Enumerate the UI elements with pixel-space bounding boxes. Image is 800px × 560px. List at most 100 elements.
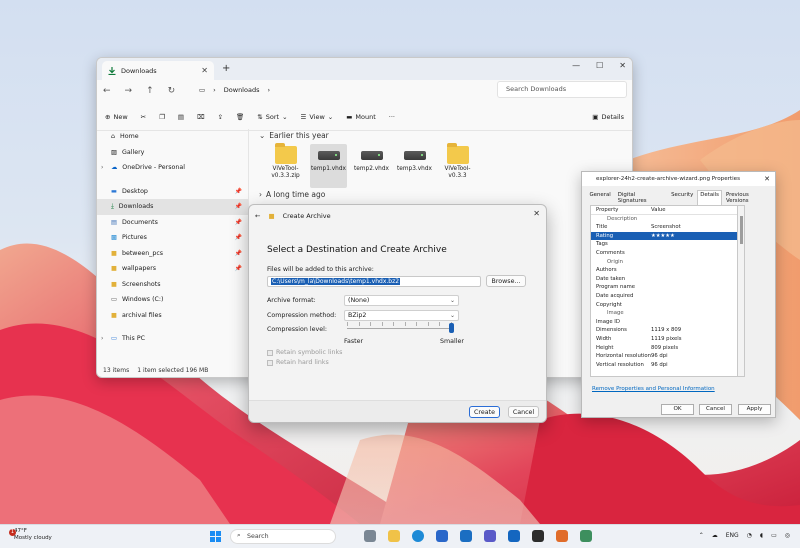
terminal-app-icon[interactable] xyxy=(532,530,544,542)
language-indicator[interactable]: ENG xyxy=(726,532,739,539)
breadcrumb-downloads[interactable]: Downloads xyxy=(224,86,260,94)
property-row[interactable]: Horizontal resolution 96 dpi xyxy=(591,352,744,361)
delete-button[interactable]: 🗑 xyxy=(236,113,244,121)
close-dialog-button[interactable]: ✕ xyxy=(533,209,540,218)
compression-level-thumb[interactable] xyxy=(449,323,454,333)
chevron-right-icon[interactable]: › xyxy=(101,164,103,171)
details-button[interactable]: ▣ Details xyxy=(592,113,624,121)
apply-button[interactable]: Apply xyxy=(738,404,771,415)
share-button[interactable]: ⇪ xyxy=(218,113,223,121)
outlook-app-icon[interactable] xyxy=(460,530,472,542)
back-icon[interactable]: ← xyxy=(103,86,111,96)
compression-level-track[interactable] xyxy=(347,328,452,329)
browse-button[interactable]: Browse... xyxy=(486,275,526,287)
cloud-icon[interactable]: ☁ xyxy=(712,532,718,539)
mount-button[interactable]: ▬ Mount xyxy=(346,113,376,121)
sidebar-item-between-pcs[interactable]: ■ between_pcs 📌 xyxy=(97,246,248,262)
sidebar-item-screenshots[interactable]: ■ Screenshots xyxy=(97,277,248,293)
property-row[interactable]: Program name xyxy=(591,283,744,292)
tab-downloads[interactable]: Downloads ✕ xyxy=(102,61,214,80)
settings-app-icon[interactable] xyxy=(364,530,376,542)
archive-path-input[interactable]: C:\Users\m_la\Downloads\temp1.vhdx.bz2 xyxy=(267,276,481,287)
paint-app-icon[interactable] xyxy=(556,530,568,542)
property-row[interactable]: Dimensions 1119 x 809 xyxy=(591,326,744,335)
property-row[interactable]: Copyright xyxy=(591,301,744,310)
file-item[interactable]: temp1.vhdx xyxy=(310,144,347,188)
property-row[interactable]: Vertical resolution 96 dpi xyxy=(591,361,744,370)
taskbar-search[interactable]: ⌕ Search xyxy=(230,529,336,544)
chevron-up-icon[interactable]: ⌃ xyxy=(699,532,704,539)
scrollbar-thumb[interactable] xyxy=(740,216,743,244)
property-row[interactable]: Tags xyxy=(591,240,744,249)
pin-icon[interactable]: 📌 xyxy=(235,234,242,241)
tab-security[interactable]: Security xyxy=(668,190,697,206)
back-icon[interactable]: ← xyxy=(255,212,260,220)
breadcrumb[interactable]: ▭ › Downloads › xyxy=(195,80,491,100)
volume-icon[interactable]: ◖ xyxy=(760,532,763,539)
store-app-icon[interactable] xyxy=(436,530,448,542)
create-button[interactable]: Create xyxy=(469,406,500,418)
edge-app-icon[interactable] xyxy=(412,530,424,542)
sort-button[interactable]: ⇅ Sort ⌄ xyxy=(257,113,287,121)
property-row[interactable]: Image ID xyxy=(591,318,744,327)
ok-button[interactable]: OK xyxy=(661,404,694,415)
file-item[interactable]: ViVeTool-v0.3.3 xyxy=(439,143,476,188)
up-icon[interactable]: ↑ xyxy=(146,86,154,96)
retain-hardlinks-checkbox[interactable]: Retain hard links xyxy=(267,359,329,366)
sidebar-item-wallpapers[interactable]: ■ wallpapers 📌 xyxy=(97,261,248,277)
property-row[interactable]: Width 1119 pixels xyxy=(591,335,744,344)
start-button[interactable] xyxy=(210,531,221,542)
search-input[interactable]: Search Downloads xyxy=(497,81,627,98)
battery-icon[interactable]: ▭ xyxy=(771,532,777,539)
compression-method-select[interactable]: BZip2 ⌄ xyxy=(344,310,459,321)
notepad-app-icon[interactable] xyxy=(580,530,592,542)
cancel-button[interactable]: Cancel xyxy=(508,406,539,418)
property-row[interactable]: Comments xyxy=(591,249,744,258)
tab-previous-versions[interactable]: Previous Versions xyxy=(722,190,775,206)
tab-details[interactable]: Details xyxy=(696,190,723,206)
close-properties-button[interactable]: ✕ xyxy=(764,175,770,183)
property-row[interactable]: Rating ★★★★★ xyxy=(591,231,744,241)
sidebar-item-onedrive[interactable]: › ☁ OneDrive - Personal xyxy=(97,160,248,176)
pin-icon[interactable]: 📌 xyxy=(235,219,242,226)
column-value[interactable]: Value xyxy=(651,206,744,214)
tab-general[interactable]: General xyxy=(586,190,614,206)
cancel-button[interactable]: Cancel xyxy=(699,404,732,415)
property-row[interactable]: Title Screenshot xyxy=(591,223,744,232)
view-button[interactable]: ☰ View ⌄ xyxy=(301,113,334,121)
retain-symlinks-checkbox[interactable]: Retain symbolic links xyxy=(267,349,342,356)
new-button[interactable]: ⊕ New xyxy=(105,113,128,121)
file-item[interactable]: temp2.vhdx xyxy=(353,144,390,188)
pin-icon[interactable]: 📌 xyxy=(235,203,242,210)
sidebar-item-documents[interactable]: ▤ Documents 📌 xyxy=(97,215,248,231)
property-row[interactable]: Authors xyxy=(591,266,744,275)
file-item[interactable]: ViVeTool-v0.3.3.zip xyxy=(267,143,304,188)
close-window-button[interactable]: ✕ xyxy=(619,61,626,70)
details-scrollbar[interactable] xyxy=(737,205,745,377)
refresh-icon[interactable]: ↻ xyxy=(168,86,176,96)
group-header-older[interactable]: › A long time ago xyxy=(255,188,632,201)
sidebar-item-desktop[interactable]: ▬ Desktop 📌 xyxy=(97,184,248,200)
cut-button[interactable]: ✂ xyxy=(141,113,146,121)
weather-widget[interactable]: 1 47°F Mostly cloudy xyxy=(9,528,52,542)
sidebar-item-windows-c[interactable]: ▭ Windows (C:) xyxy=(97,292,248,308)
maximize-button[interactable]: ☐ xyxy=(596,61,603,70)
property-row[interactable]: Date taken xyxy=(591,275,744,284)
chevron-right-icon[interactable]: › xyxy=(101,335,103,342)
more-button[interactable]: ··· xyxy=(389,113,395,121)
sidebar-item-this-pc[interactable]: › ▭ This PC xyxy=(97,331,248,347)
sidebar-item-archival-files[interactable]: ■ archival files xyxy=(97,308,248,324)
word-app-icon[interactable] xyxy=(508,530,520,542)
sidebar-item-downloads[interactable]: ⤓ Downloads 📌 xyxy=(97,199,248,215)
column-property[interactable]: Property xyxy=(591,206,651,214)
pin-icon[interactable]: 📌 xyxy=(235,188,242,195)
file-item[interactable]: temp3.vhdx xyxy=(396,144,433,188)
new-tab-button[interactable]: + xyxy=(222,63,230,74)
archive-format-select[interactable]: (None) ⌄ xyxy=(344,295,459,306)
paste-button[interactable]: ▤ xyxy=(178,113,184,121)
group-header-recent[interactable]: ⌄ Earlier this year xyxy=(255,129,632,142)
notification-bell-icon[interactable]: ◎ xyxy=(785,532,790,539)
sidebar-item-gallery[interactable]: ▨ Gallery xyxy=(97,145,248,161)
sidebar-item-home[interactable]: ⌂ Home xyxy=(97,129,248,145)
remove-properties-link[interactable]: Remove Properties and Personal Informati… xyxy=(592,386,715,392)
